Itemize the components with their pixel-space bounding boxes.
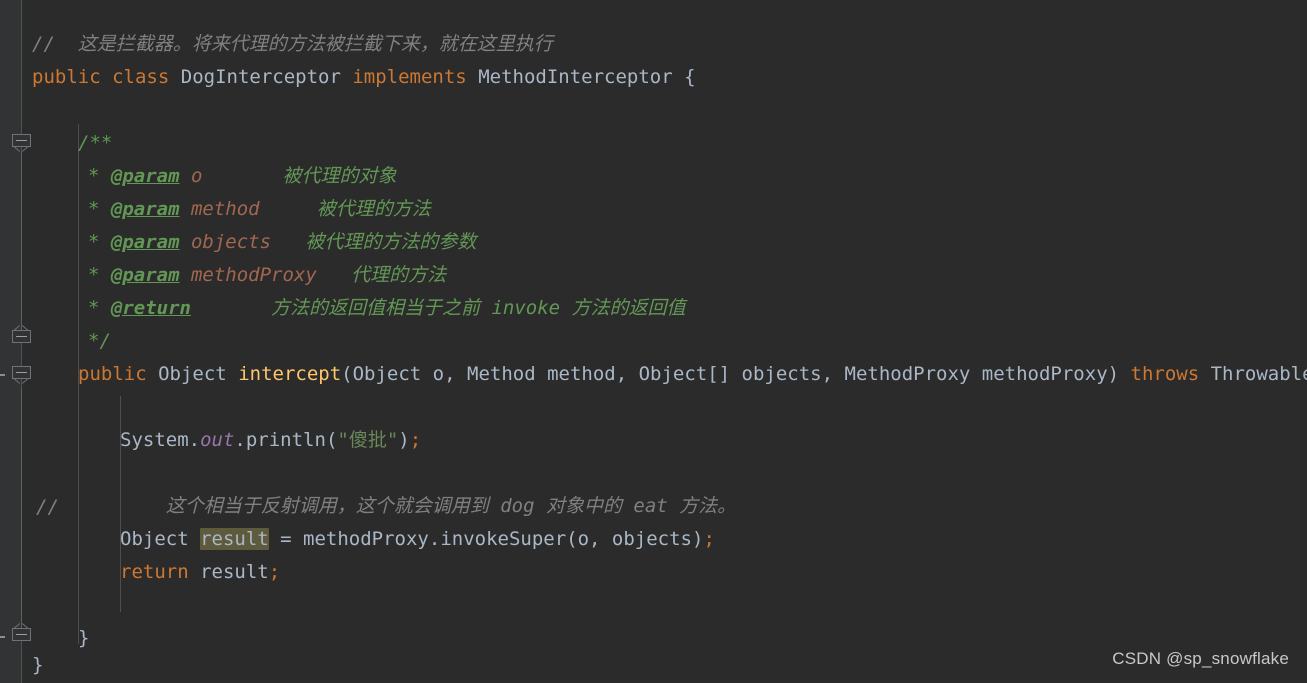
code-token: result [188,561,269,583]
code-line-javadoc-open[interactable]: /** [78,127,112,160]
code-token: */ [88,330,111,352]
code-line-println[interactable]: System.out.println("傻批"); [120,424,421,457]
code-token: DogInterceptor [180,66,341,88]
bracket-match-tick-open [0,374,5,376]
code-line-reflect-comment[interactable]: 这个相当于反射调用，这个就会调用到 dog 对象中的 eat 方法。 [120,490,736,523]
code-token: Object [638,363,708,385]
code-token: 方法的返回值相当于之前 invoke 方法的返回值 [190,297,686,319]
code-token: 这个相当于反射调用，这个就会调用到 dog 对象中的 eat 方法。 [120,495,737,517]
code-token: invokeSuper [440,528,567,550]
code-token: objects [179,231,272,253]
code-token: * [88,264,111,286]
code-token: methodProxy [179,264,317,286]
code-token: ( [341,363,353,385]
code-token: @return [110,297,191,319]
code-line-javadoc-param-proxy[interactable]: * @param methodProxy 代理的方法 [88,259,446,292]
code-line-javadoc-param-objects[interactable]: * @param objects 被代理的方法的参数 [88,226,476,259]
code-token: ( [325,429,338,451]
code-token: 代理的方法 [316,264,447,286]
code-line-close-class[interactable]: } [32,649,43,682]
code-token: "傻批" [337,429,399,451]
code-token: throws [1130,363,1200,385]
code-token: methodProxy) [970,363,1131,385]
bracket-match-tick-close [0,636,5,638]
code-token: o [179,165,203,187]
code-editor-screenshot: // // 这是拦截器。将来代理的方法被拦截下来，就在这里执行 public c… [0,0,1307,683]
code-line-javadoc-return[interactable]: * @return 方法的返回值相当于之前 invoke 方法的返回值 [88,292,686,325]
code-token: @param [110,264,180,286]
code-token: Object [352,363,422,385]
code-token: Method [467,363,536,385]
code-token: method, [535,363,639,385]
code-token: println [245,429,326,451]
code-line-class-declaration[interactable]: public class DogInterceptor implements M… [32,61,696,94]
code-token: (o, objects) [566,528,704,550]
code-token: out [200,429,235,451]
code-token: MethodInterceptor [478,66,673,88]
code-token: /** [78,132,113,154]
code-token: MethodProxy [844,363,971,385]
code-token: 被代理的方法 [259,198,431,220]
code-token: public [78,363,147,385]
code-token: @param [110,165,180,187]
code-token: Object [158,363,227,385]
code-line-invoke-super[interactable]: Object result = methodProxy.invokeSuper(… [120,523,715,556]
csdn-watermark: CSDN @sp_snowflake [1112,649,1289,668]
code-token: class [112,66,170,88]
code-token: ) [398,429,410,451]
code-line-javadoc-param-method[interactable]: * @param method 被代理的方法 [88,193,431,226]
code-token: = methodProxy. [268,528,441,550]
code-line-javadoc-close[interactable]: */ [88,325,111,358]
code-token: return [120,561,189,583]
code-token: 被代理的方法的参数 [271,231,477,253]
code-token: ; [703,528,715,550]
code-line-class-comment[interactable]: // 这是拦截器。将来代理的方法被拦截下来，就在这里执行 [32,28,553,61]
code-token: * [88,165,111,187]
code-token: // 这是拦截器。将来代理的方法被拦截下来，就在这里执行 [32,33,553,55]
code-token: * [88,231,111,253]
code-token: public [32,66,101,88]
code-token: intercept [238,363,342,385]
code-token: ; [268,561,281,583]
code-token: o, [421,363,467,385]
code-token: result [200,528,269,550]
code-line-close-method[interactable]: } [78,622,89,655]
code-token: * [88,297,111,319]
code-token: Throwable [1210,363,1307,385]
code-token: . [234,429,246,451]
code-token: method [179,198,260,220]
code-token: } [78,627,90,649]
code-token: System. [120,429,201,451]
code-token: @param [110,198,180,220]
code-token: Object [120,528,201,550]
line-lead-comment-marker: // [36,496,59,518]
code-token: { [672,66,696,88]
code-line-intercept-signature[interactable]: public Object intercept(Object o, Method… [78,358,1307,391]
code-token: 被代理的对象 [202,165,397,187]
code-token: [] objects, [707,363,845,385]
code-token: implements [352,66,467,88]
code-token: * [88,198,111,220]
code-token: } [32,654,44,676]
code-line-return-result[interactable]: return result; [120,556,280,589]
code-token: ; [409,429,422,451]
code-area[interactable]: // // 这是拦截器。将来代理的方法被拦截下来，就在这里执行 public c… [22,0,1307,683]
code-line-javadoc-param-o[interactable]: * @param o 被代理的对象 [88,160,397,193]
code-token: @param [110,231,180,253]
